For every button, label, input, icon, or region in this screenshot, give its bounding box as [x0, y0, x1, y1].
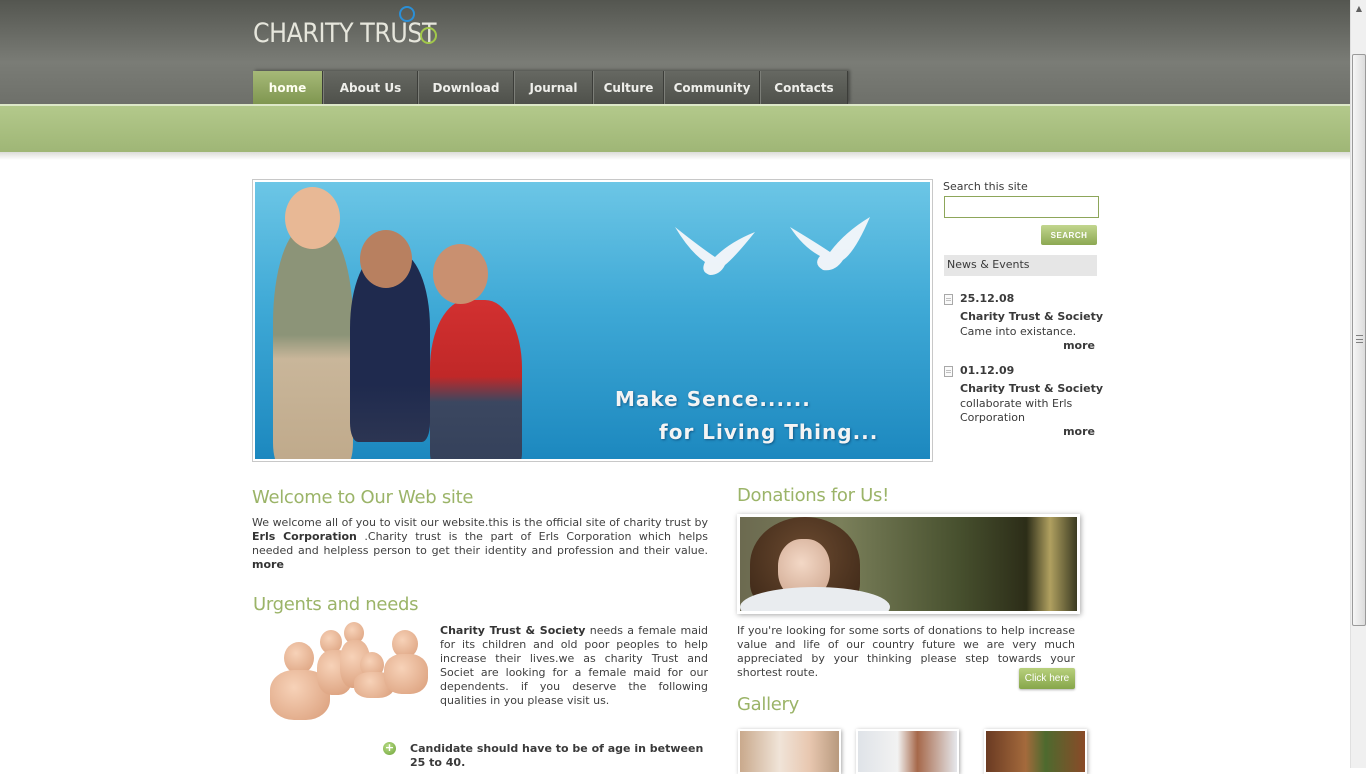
banner-tagline-2: for Living Thing... — [659, 420, 879, 444]
hero-banner-image: Make Sence...... for Living Thing... — [255, 182, 930, 459]
gallery-image — [858, 731, 957, 772]
urgents-text: Charity Trust & Society needs a female m… — [440, 624, 708, 708]
girl-photo — [740, 517, 1077, 611]
news-events-header: News & Events — [944, 255, 1097, 276]
document-icon — [944, 366, 953, 377]
dove-left-icon — [675, 227, 755, 275]
news-title[interactable]: Charity Trust & Society — [960, 310, 1103, 323]
gallery-thumbnail[interactable] — [856, 729, 959, 774]
nav-journal[interactable]: Journal — [514, 71, 593, 104]
urgents-heading: Urgents and needs — [253, 594, 419, 615]
nav-community[interactable]: Community — [664, 71, 760, 104]
search-button[interactable]: SEARCH — [1041, 225, 1097, 245]
requirement-item: Candidate should have to be of age in be… — [410, 742, 704, 769]
news-item: 01.12.09 Charity Trust & Society collabo… — [944, 364, 1103, 444]
search-label: Search this site — [943, 180, 1028, 193]
donation-photo — [737, 514, 1080, 614]
gallery-image — [740, 731, 839, 772]
welcome-company-name: Erls Corporation — [252, 530, 357, 543]
logo-ring-green-icon — [420, 27, 437, 44]
news-more-link[interactable]: more — [1063, 339, 1095, 352]
page-scrollbar[interactable]: ▲ — [1350, 0, 1366, 768]
nav-culture[interactable]: Culture — [593, 71, 664, 104]
hero-banner: Make Sence...... for Living Thing... — [252, 179, 933, 462]
news-date: 01.12.09 — [960, 364, 1015, 377]
scroll-up-arrow-icon[interactable]: ▲ — [1351, 0, 1366, 16]
header-shadow — [0, 152, 1350, 160]
scrollbar-thumb[interactable] — [1352, 54, 1366, 626]
gallery-heading: Gallery — [737, 694, 800, 715]
welcome-heading: Welcome to Our Web site — [252, 487, 474, 508]
babies-image — [262, 620, 432, 730]
nav-contacts[interactable]: Contacts — [760, 71, 848, 104]
click-here-button[interactable]: Click here — [1019, 668, 1075, 689]
site-header: CHARITY TRUST home About Us Download Jou… — [0, 0, 1350, 104]
nav-download[interactable]: Download — [418, 71, 514, 104]
header-green-bar — [0, 104, 1350, 152]
document-icon — [944, 294, 953, 305]
news-date: 25.12.08 — [960, 292, 1015, 305]
gallery-image — [986, 731, 1085, 772]
gallery-thumbnail[interactable] — [984, 729, 1087, 774]
urgents-org-name: Charity Trust & Society — [440, 624, 586, 637]
banner-tagline-1: Make Sence...... — [615, 387, 811, 411]
nav-about-us[interactable]: About Us — [323, 71, 418, 104]
news-description: collaborate with Erls Corporation — [960, 397, 1073, 424]
search-input[interactable] — [944, 196, 1099, 218]
dove-right-icon — [790, 217, 870, 271]
gallery-thumbnail[interactable] — [738, 729, 841, 774]
news-title[interactable]: Charity Trust & Society — [960, 382, 1103, 395]
plus-bullet-icon: + — [383, 741, 396, 755]
logo-ring-blue-icon — [399, 6, 415, 22]
main-nav: home About Us Download Journal Culture C… — [253, 71, 848, 104]
news-description: Came into existance. — [960, 325, 1077, 338]
scrollbar-grip-icon — [1356, 335, 1363, 343]
welcome-more-link[interactable]: more — [252, 558, 284, 571]
news-item: 25.12.08 Charity Trust & Society Came in… — [944, 292, 1103, 357]
nav-home[interactable]: home — [253, 71, 323, 104]
welcome-text-part1: We welcome all of you to visit our websi… — [252, 516, 708, 529]
news-more-link[interactable]: more — [1063, 425, 1095, 438]
donations-heading: Donations for Us! — [737, 485, 890, 506]
welcome-text: We welcome all of you to visit our websi… — [252, 516, 708, 572]
site-logo[interactable]: CHARITY TRUST — [253, 18, 437, 49]
